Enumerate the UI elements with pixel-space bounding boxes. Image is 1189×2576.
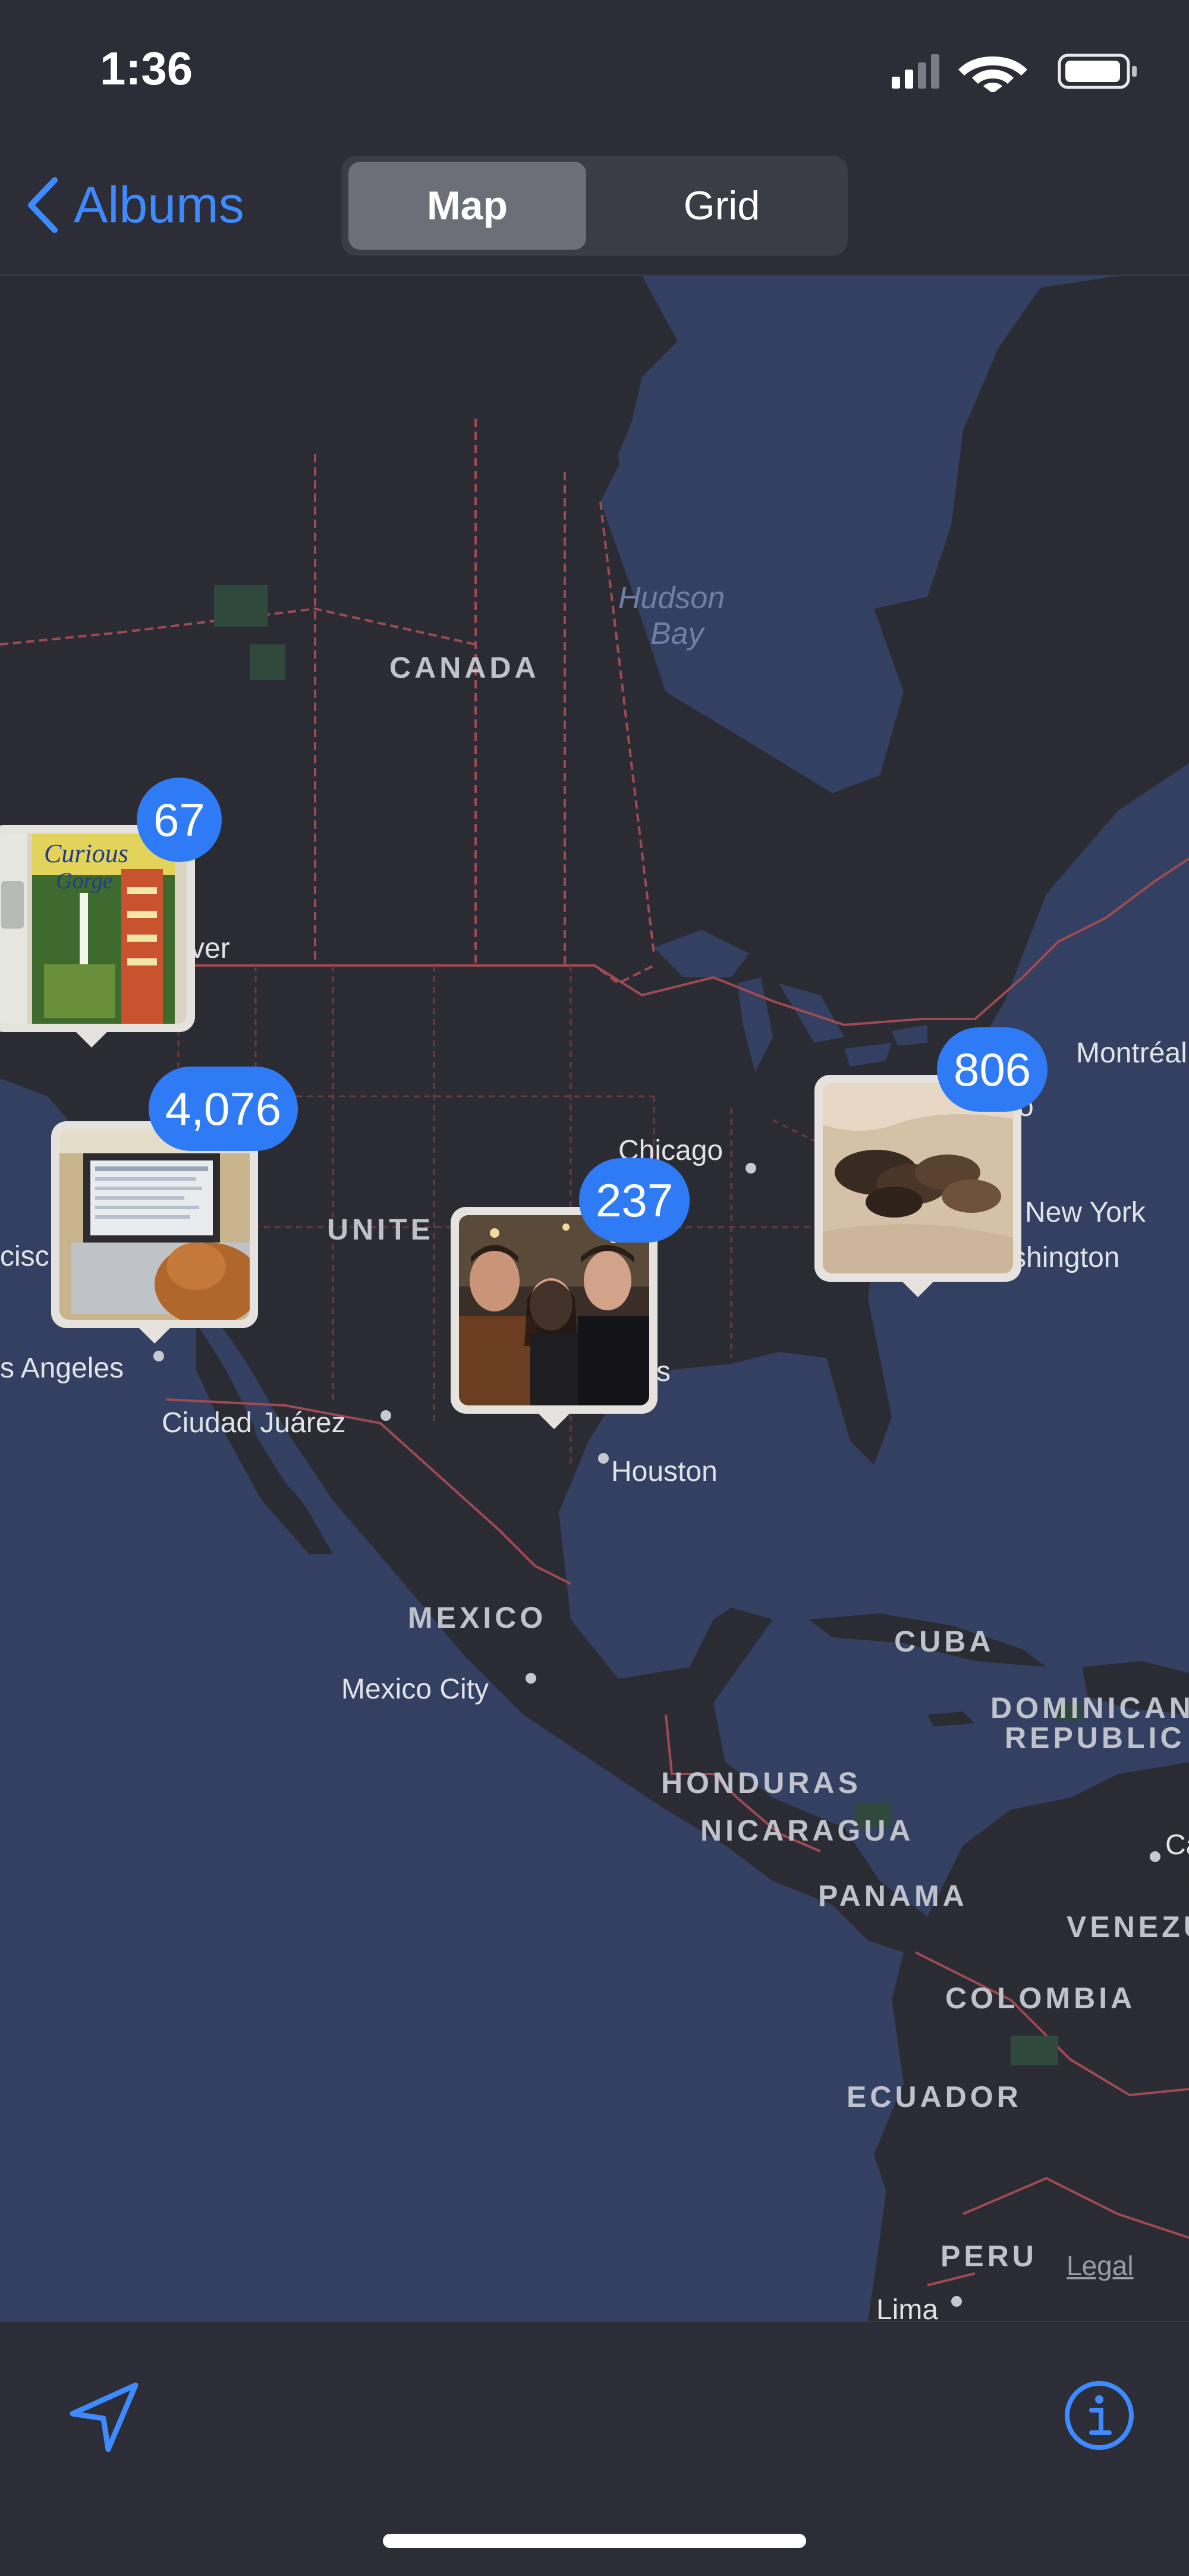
- segment-map[interactable]: Map: [348, 162, 586, 250]
- city-dot-ciudad-juarez: [380, 1410, 391, 1421]
- location-arrow-icon: [70, 2382, 139, 2452]
- label-nicaragua: NICARAGUA: [700, 1814, 914, 1847]
- view-segmented-control: Map Grid: [341, 156, 848, 256]
- city-dot-mexico-city: [526, 1673, 536, 1684]
- cluster-pointer: [900, 1279, 936, 1297]
- wifi-icon: [958, 56, 1027, 92]
- label-los-angeles: s Angeles: [0, 1353, 124, 1384]
- svg-text:Curious: Curious: [44, 839, 128, 868]
- label-montreal: Montréal: [1076, 1037, 1187, 1069]
- cellular-signal-icon: [892, 54, 939, 89]
- laptop-dog-photo: [59, 1130, 250, 1320]
- back-button[interactable]: Albums: [24, 172, 244, 238]
- photo-count-badge: 806: [937, 1027, 1048, 1112]
- label-mexico: MEXICO: [408, 1601, 547, 1634]
- label-panama: PANAMA: [818, 1879, 968, 1913]
- label-hudson-bay-line2: Bay: [650, 617, 704, 651]
- label-cuba: CUBA: [894, 1625, 995, 1658]
- navigation-bar: Albums Map Grid: [0, 137, 1189, 276]
- label-caracas-fragment: Ca: [1165, 1829, 1189, 1861]
- label-peru: PERU: [940, 2240, 1037, 2273]
- city-dot-lima: [951, 2296, 962, 2307]
- home-indicator[interactable]: [383, 2534, 806, 2548]
- label-san-francisco: cisc: [0, 1241, 49, 1272]
- label-honduras: HONDURAS: [661, 1766, 861, 1800]
- info-button[interactable]: [1061, 2377, 1138, 2457]
- city-dot-houston: [598, 1453, 609, 1464]
- label-mexico-city: Mexico City: [341, 1674, 489, 1705]
- label-venezuela: VENEZU: [1067, 1910, 1189, 1943]
- svg-text:Gorge: Gorge: [56, 869, 113, 894]
- label-dallas-fragment: s: [656, 1356, 671, 1388]
- city-dot-los-angeles: [153, 1351, 164, 1361]
- label-dominican-republic-line2: REPUBLIC: [1005, 1721, 1185, 1754]
- legal-link[interactable]: Legal: [1067, 2250, 1134, 2282]
- label-united-states: UNITE: [327, 1213, 434, 1246]
- photos-map[interactable]: CANADA Hudson Bay UNITE MEXICO CUBA DOMI…: [0, 276, 1189, 2321]
- status-time: 1:36: [100, 42, 193, 95]
- city-dot-caracas: [1150, 1851, 1160, 1862]
- label-ecuador: ECUADOR: [847, 2080, 1022, 2113]
- label-ciudad-juarez: Ciudad Juárez: [162, 1407, 346, 1439]
- photo-count-badge: 4,076: [149, 1067, 298, 1151]
- label-colombia: COLOMBIA: [945, 1981, 1136, 2015]
- cluster-pointer: [74, 1030, 109, 1048]
- status-icons: [892, 54, 1137, 92]
- label-new-york: New York: [1025, 1197, 1146, 1228]
- label-washington: shington: [1012, 1242, 1120, 1273]
- photo-count-badge: 237: [579, 1158, 690, 1243]
- group-selfie-photo: [459, 1215, 649, 1405]
- label-vancouver: ver: [190, 933, 230, 964]
- current-location-button[interactable]: [65, 2379, 143, 2459]
- label-lima: Lima: [876, 2294, 939, 2321]
- photo-count-badge: 67: [137, 778, 222, 862]
- battery-icon: [1058, 54, 1137, 89]
- cluster-pointer: [536, 1411, 572, 1429]
- label-hudson-bay-line1: Hudson: [618, 581, 725, 615]
- segment-grid[interactable]: Grid: [603, 162, 841, 250]
- info-icon: [1065, 2381, 1134, 2450]
- label-houston: Houston: [611, 1456, 718, 1487]
- puppies-photo: [823, 1083, 1013, 1273]
- status-bar: 1:36: [0, 0, 1189, 137]
- chevron-left-icon: [28, 177, 58, 233]
- label-canada: CANADA: [389, 651, 540, 684]
- guidebook-photo: Curious Gorge: [0, 833, 187, 1024]
- cluster-pointer: [137, 1326, 172, 1344]
- back-button-label: Albums: [74, 176, 244, 234]
- city-dot-chicago: [746, 1163, 756, 1174]
